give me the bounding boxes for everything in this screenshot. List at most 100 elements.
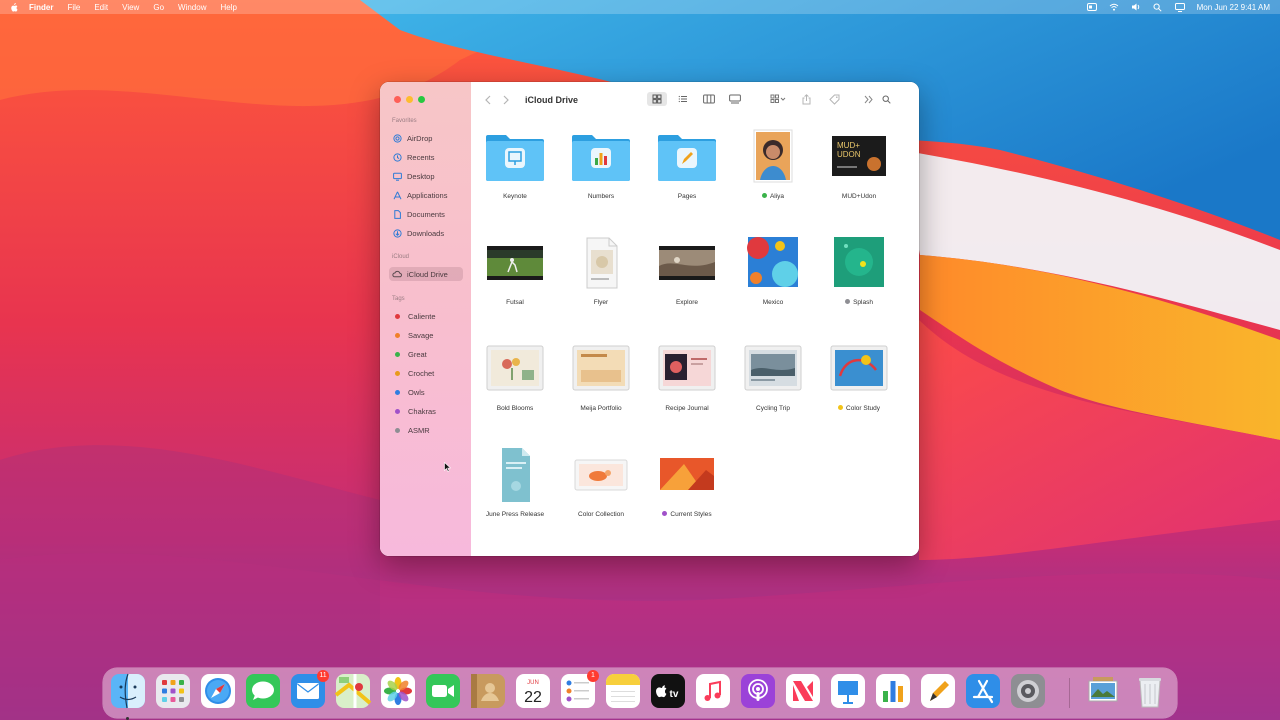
search-icon[interactable] — [1153, 2, 1163, 12]
control-center-icon[interactable] — [1086, 2, 1097, 12]
applications-icon — [392, 190, 402, 200]
trash-icon — [1139, 678, 1161, 708]
dock-finder[interactable] — [110, 673, 146, 720]
dock-numbers[interactable] — [875, 673, 911, 709]
dock-music[interactable] — [695, 673, 731, 709]
dock-preview[interactable] — [1085, 673, 1121, 709]
sidebar-item-label: Crochet — [408, 368, 435, 378]
pages-document-thumbnail — [502, 448, 530, 502]
notification-badge: 1 — [587, 670, 599, 682]
display-icon[interactable] — [1174, 2, 1185, 12]
group-by-icon[interactable] — [769, 92, 787, 106]
dock-notes[interactable] — [605, 673, 641, 709]
menu-go[interactable]: Go — [153, 3, 164, 12]
menu-file[interactable]: File — [67, 3, 80, 12]
dock-tv[interactable]: tv — [650, 673, 686, 709]
file-label: Explore — [675, 299, 699, 306]
airdrop-icon — [392, 133, 402, 143]
file-label: Meija Portfolio — [580, 405, 622, 412]
sidebar-item-desktop[interactable]: Desktop — [389, 169, 463, 183]
window-controls — [394, 96, 425, 103]
dock-safari[interactable] — [200, 673, 236, 709]
file-label: Flyer — [593, 299, 609, 306]
keynote-thumbnail — [574, 459, 628, 491]
list-view-icon[interactable] — [673, 92, 693, 106]
tag-dot — [395, 351, 400, 357]
gallery-view-icon[interactable] — [725, 92, 745, 106]
file-label: Cycling Trip — [756, 405, 790, 412]
sidebar-tag-great[interactable]: Great — [389, 347, 463, 361]
dock-keynote[interactable] — [830, 673, 866, 709]
window-title: iCloud Drive — [525, 95, 579, 105]
share-icon[interactable] — [797, 92, 815, 106]
menu-window[interactable]: Window — [178, 3, 206, 12]
back-icon[interactable] — [485, 95, 493, 105]
volume-icon[interactable] — [1131, 2, 1141, 12]
file-label: Color Study — [812, 404, 906, 413]
menu-bar-clock[interactable]: Mon Jun 22 9:41 AM — [1197, 3, 1270, 12]
column-view-icon[interactable] — [699, 92, 719, 106]
sidebar-tag-savage[interactable]: Savage — [389, 328, 463, 342]
sidebar-tag-caliente[interactable]: Caliente — [389, 309, 463, 323]
minimize-button[interactable] — [406, 96, 413, 103]
finder-content: iCloud Drive Keynote Numbers Pages Aliya… — [471, 82, 919, 556]
sidebar-tag-crochet[interactable]: Crochet — [389, 366, 463, 380]
keynote-thumbnail — [486, 345, 544, 391]
photo-thumbnail — [660, 458, 714, 490]
dock-podcasts[interactable] — [740, 673, 776, 709]
sidebar-tag-asmr[interactable]: ASMR — [389, 423, 463, 437]
dock-mail[interactable]: 11 — [290, 670, 329, 709]
sidebar-item-label: Desktop — [407, 171, 435, 181]
more-icon[interactable] — [863, 92, 873, 106]
keynote-folder-icon — [486, 135, 544, 181]
sidebar-item-applications[interactable]: Applications — [389, 188, 463, 202]
download-icon — [392, 228, 402, 238]
dock-facetime[interactable] — [425, 673, 461, 709]
search-icon[interactable] — [881, 92, 891, 106]
tag-dot — [395, 370, 400, 376]
sidebar-item-airdrop[interactable]: AirDrop — [389, 131, 463, 145]
menu-edit[interactable]: Edit — [94, 3, 108, 12]
mouse-cursor-icon — [444, 462, 451, 472]
dock-trash[interactable] — [1132, 673, 1168, 709]
dock-photos[interactable] — [380, 673, 416, 709]
dock-maps[interactable] — [335, 673, 371, 709]
dock-contacts[interactable] — [470, 673, 506, 709]
tag-dot — [395, 332, 400, 338]
tag-icon[interactable] — [825, 92, 843, 106]
file-label: Futsal — [506, 299, 524, 306]
finder-window: Favorites AirDrop Recents Desktop Applic… — [380, 82, 919, 556]
file-label: Numbers — [587, 193, 615, 200]
sidebar-item-downloads[interactable]: Downloads — [389, 226, 463, 240]
sidebar-header-tags: Tags — [392, 296, 405, 302]
sidebar-item-icloud-drive[interactable]: iCloud Drive — [389, 267, 463, 281]
close-button[interactable] — [394, 96, 401, 103]
dock-launchpad[interactable] — [155, 673, 191, 709]
apple-icon[interactable] — [9, 2, 19, 12]
menu-view[interactable]: View — [122, 3, 139, 12]
wifi-icon[interactable] — [1109, 2, 1119, 12]
tag-dot — [395, 389, 400, 395]
menu-finder[interactable]: Finder — [29, 3, 53, 12]
sidebar-item-recents[interactable]: Recents — [389, 150, 463, 164]
icon-view-icon[interactable] — [647, 92, 667, 106]
dock-messages[interactable] — [245, 673, 281, 709]
sidebar-tag-owls[interactable]: Owls — [389, 385, 463, 399]
view-switcher — [647, 92, 745, 106]
dock-system-preferences[interactable] — [1010, 673, 1046, 709]
dock-news[interactable] — [785, 673, 821, 709]
dock-reminders[interactable]: 1 — [560, 670, 599, 709]
sidebar-item-label: Recents — [407, 152, 435, 162]
menu-help[interactable]: Help — [220, 3, 236, 12]
sidebar-tag-chakras[interactable]: Chakras — [389, 404, 463, 418]
dock-calendar[interactable]: JUN 22 — [515, 673, 551, 709]
sidebar-item-documents[interactable]: Documents — [389, 207, 463, 221]
forward-icon[interactable] — [503, 95, 511, 105]
dock-app-store[interactable] — [965, 673, 1001, 709]
zoom-button[interactable] — [418, 96, 425, 103]
keynote-thumbnail — [744, 345, 802, 391]
sidebar-item-label: Owls — [408, 387, 425, 397]
tag-dot — [761, 193, 767, 198]
file-label: Keynote — [503, 193, 527, 200]
dock-pages[interactable] — [920, 673, 956, 709]
